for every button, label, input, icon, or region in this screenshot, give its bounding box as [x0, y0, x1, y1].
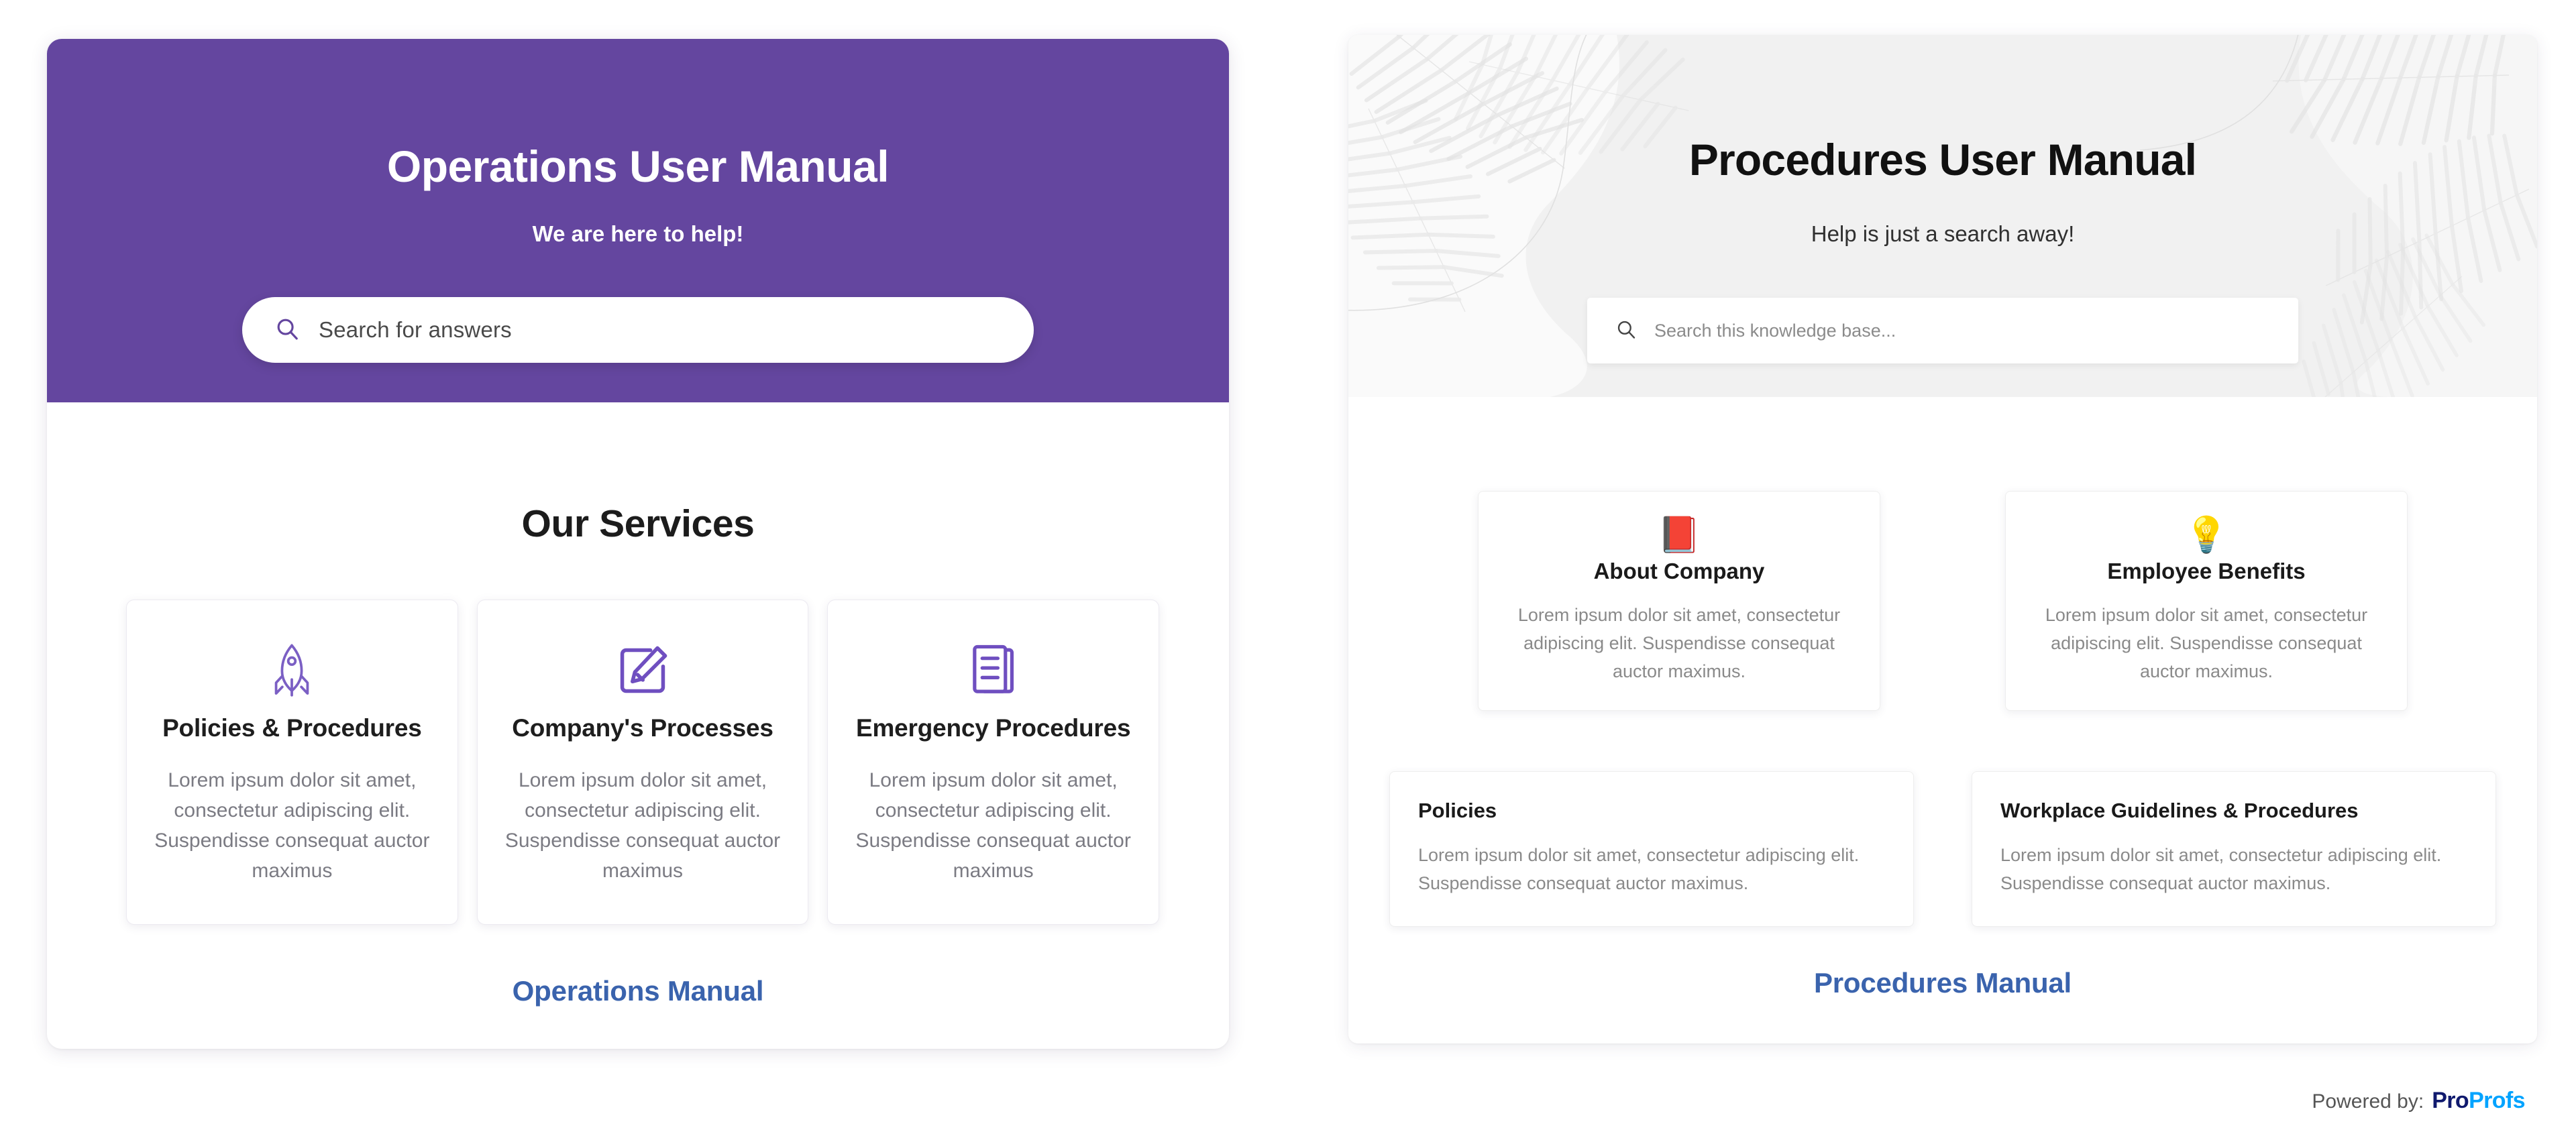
left-hero-subtitle: We are here to help! — [532, 221, 744, 246]
closed-book-emoji-icon: 📕 — [1657, 516, 1701, 555]
right-search-bar[interactable]: Search this knowledge base... — [1587, 298, 2298, 363]
service-card-title: Emergency Procedures — [855, 714, 1131, 742]
edit-pencil-square-icon — [614, 631, 671, 710]
search-icon — [1615, 319, 1637, 343]
service-card-policies-procedures[interactable]: Policies & Procedures Lorem ipsum dolor … — [126, 600, 458, 925]
left-search-bar[interactable]: Search for answers — [242, 297, 1034, 363]
kb-card-description: Lorem ipsum dolor sit amet, consectetur … — [2000, 845, 2442, 893]
right-hero-subtitle: Help is just a search away! — [1811, 221, 2075, 246]
documents-stack-icon — [967, 631, 1020, 710]
search-icon — [274, 316, 300, 345]
brand-part-profs: Profs — [2469, 1088, 2526, 1113]
service-card-title: Policies & Procedures — [162, 714, 422, 742]
light-bulb-emoji-icon: 💡 — [2184, 516, 2229, 555]
service-card-description: Lorem ipsum dolor sit amet, consectetur … — [504, 769, 781, 882]
left-hero-title: Operations User Manual — [386, 141, 890, 191]
kb-card-employee-benefits[interactable]: 💡 Employee Benefits Lorem ipsum dolor si… — [2005, 491, 2408, 711]
operations-manual-link[interactable]: Operations Manual — [47, 975, 1229, 1007]
service-card-emergency-procedures[interactable]: Emergency Procedures Lorem ipsum dolor s… — [827, 600, 1160, 925]
procedures-manual-panel: Procedures User Manual Help is just a se… — [1348, 35, 2537, 1043]
service-card-title: Company's Processes — [512, 714, 773, 742]
powered-by-label: Powered by: — [2312, 1090, 2424, 1113]
right-hero-title: Procedures User Manual — [1688, 135, 2197, 184]
kb-card-title: Workplace Guidelines & Procedures — [2000, 799, 2359, 822]
our-services-heading: Our Services — [521, 502, 755, 545]
rocket-icon — [267, 631, 317, 710]
kb-card-description: Lorem ipsum dolor sit amet, consectetur … — [1418, 845, 1860, 893]
kb-card-title: About Company — [1593, 559, 1765, 583]
procedures-manual-link[interactable]: Procedures Manual — [1348, 967, 2537, 999]
service-card-company-processes[interactable]: Company's Processes Lorem ipsum dolor si… — [476, 600, 809, 925]
kb-top-card-row: 📕 About Company Lorem ipsum dolor sit am… — [1348, 491, 2537, 711]
powered-by-footer: Powered by: ProProfs — [2312, 1088, 2525, 1114]
right-search-placeholder: Search this knowledge base... — [1654, 320, 1896, 341]
kb-card-title: Employee Benefits — [2107, 559, 2306, 583]
kb-bottom-card-row: Policies Lorem ipsum dolor sit amet, con… — [1348, 771, 2537, 927]
services-card-row: Policies & Procedures Lorem ipsum dolor … — [126, 600, 1160, 925]
kb-card-description: Lorem ipsum dolor sit amet, consectetur … — [1517, 605, 1841, 681]
service-card-description: Lorem ipsum dolor sit amet, consectetur … — [154, 769, 430, 882]
brand-part-pro: Pro — [2432, 1088, 2469, 1113]
proprofs-logo[interactable]: ProProfs — [2432, 1088, 2525, 1114]
kb-card-title: Policies — [1418, 799, 1497, 822]
service-card-description: Lorem ipsum dolor sit amet, consectetur … — [855, 769, 1131, 882]
kb-card-policies[interactable]: Policies Lorem ipsum dolor sit amet, con… — [1389, 771, 1914, 927]
screenshot-root: Operations User Manual We are here to he… — [0, 0, 2576, 1136]
kb-card-about-company[interactable]: 📕 About Company Lorem ipsum dolor sit am… — [1478, 491, 1880, 711]
kb-card-workplace-guidelines[interactable]: Workplace Guidelines & Procedures Lorem … — [1972, 771, 2496, 927]
left-search-placeholder: Search for answers — [319, 317, 512, 342]
kb-card-description: Lorem ipsum dolor sit amet, consectetur … — [2045, 605, 2368, 681]
operations-manual-panel: Operations User Manual We are here to he… — [47, 39, 1229, 1049]
